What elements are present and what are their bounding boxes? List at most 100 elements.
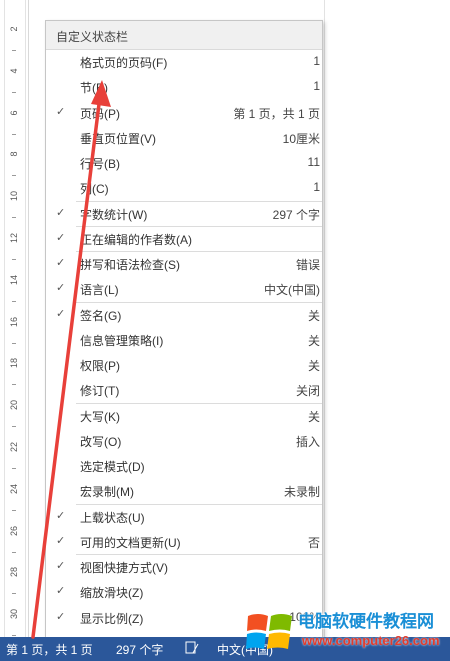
menu-item-label: 选定模式(D)	[80, 460, 145, 474]
menu-item[interactable]: ✓ 上载状态(U)	[46, 504, 322, 529]
menu-title-bar: 自定义状态栏	[46, 21, 322, 50]
menu-item[interactable]: ✓ 字数统计(W) 297 个字	[46, 201, 322, 226]
menu-item-value: 第 1 页，共 1 页	[233, 107, 320, 121]
ruler-tick	[12, 134, 16, 135]
menu-item-label: 修订(T)	[80, 384, 120, 398]
checkmark-icon: ✓	[56, 207, 66, 219]
ruler-tick	[12, 552, 16, 553]
customize-status-bar-menu: 自定义状态栏 格式页的页码(F) 1 节(E) 1 ✓ 页码(P) 第 1 页，共 1 页垂…	[45, 20, 323, 639]
menu-item[interactable]: ✓ 签名(G) 关	[46, 302, 322, 327]
checkmark-icon: ✓	[56, 585, 66, 597]
menu-item-value: 1	[313, 79, 320, 93]
proofing-icon[interactable]	[184, 640, 200, 659]
ruler-number: 8	[9, 151, 19, 157]
ruler-number: 24	[9, 484, 19, 495]
menu-item-label: 大写(K)	[80, 410, 120, 424]
ruler-number: 18	[9, 358, 19, 369]
checkmark-icon: ✓	[56, 257, 66, 269]
menu-item[interactable]: ✓ 语言(L) 中文(中国)	[46, 276, 322, 301]
menu-item-label: 垂直页位置(V)	[80, 132, 156, 146]
menu-item-label: 改写(O)	[80, 435, 122, 449]
checkmark-icon: ✓	[56, 535, 66, 547]
menu-item[interactable]: ✓ 拼写和语法检查(S) 错误	[46, 251, 322, 276]
menu-item-label: 语言(L)	[80, 283, 119, 297]
page-edge	[324, 0, 325, 637]
menu-item-value: 关	[307, 359, 320, 373]
ruler-number: 4	[9, 68, 19, 74]
menu-item[interactable]: 选定模式(D)	[46, 453, 322, 478]
menu-item[interactable]: 格式页的页码(F) 1	[46, 49, 322, 74]
ruler-tick	[12, 635, 16, 636]
menu-item-label: 缩放滑块(Z)	[80, 586, 144, 600]
menu-item-label: 宏录制(M)	[80, 485, 134, 499]
ruler-tick	[12, 468, 16, 469]
menu-item-label: 格式页的页码(F)	[80, 56, 168, 70]
ruler-tick	[12, 301, 16, 302]
menu-item[interactable]: 大写(K) 关	[46, 403, 322, 428]
menu-item-value: 插入	[295, 435, 320, 449]
menu-item[interactable]: 宏录制(M) 未录制	[46, 478, 322, 503]
ruler-tick	[12, 510, 16, 511]
menu-item[interactable]: 列(C) 1	[46, 175, 322, 200]
checkmark-icon: ✓	[56, 232, 66, 244]
ruler-number: 10	[9, 191, 19, 202]
ruler-number: 30	[9, 609, 19, 620]
menu-item-label: 节(E)	[80, 81, 108, 95]
menu-item-label: 行号(B)	[80, 157, 120, 171]
menu-item-value: 1	[313, 180, 320, 194]
menu-item-label: 视图快捷方式(V)	[80, 561, 168, 575]
menu-item-label: 信息管理策略(I)	[80, 334, 164, 348]
menu-item[interactable]: 修订(T) 关闭	[46, 377, 322, 402]
menu-item-label: 签名(G)	[80, 309, 122, 323]
menu-item-label: 字数统计(W)	[80, 208, 148, 222]
ruler-number: 6	[9, 110, 19, 116]
menu-item-value: 11	[307, 155, 320, 169]
menu-item[interactable]: ✓ 页码(P) 第 1 页，共 1 页	[46, 100, 322, 125]
ruler-number: 16	[9, 317, 19, 328]
vertical-ruler: 2 4 6 8 10 12 14 16 18 20 22 24 26 28 30	[0, 0, 29, 637]
ruler-number: 12	[9, 233, 19, 244]
watermark: 电脑软硬件教程网 www.computer26.com	[246, 605, 450, 661]
menu-item-label: 显示比例(Z)	[80, 612, 144, 626]
ruler-tick	[12, 343, 16, 344]
menu-item[interactable]: 垂直页位置(V) 10厘米	[46, 125, 322, 150]
menu-item-value: 否	[307, 536, 320, 550]
menu-item-value: 未录制	[283, 485, 320, 499]
status-page-number[interactable]: 第 1 页，共 1 页	[6, 641, 93, 658]
checkmark-icon: ✓	[56, 308, 66, 320]
ruler-tick	[12, 593, 16, 594]
ruler-number: 26	[9, 526, 19, 537]
menu-item[interactable]: ✓ 视图快捷方式(V)	[46, 554, 322, 579]
ruler-number: 28	[9, 567, 19, 578]
ruler-number: 2	[9, 26, 19, 32]
menu-item[interactable]: 行号(B) 11	[46, 150, 322, 175]
menu-item-value: 10厘米	[282, 132, 320, 146]
menu-item-value: 关闭	[295, 384, 320, 398]
checkmark-icon: ✓	[56, 560, 66, 572]
menu-item-value: 关	[307, 410, 320, 424]
status-word-count[interactable]: 297 个字	[116, 641, 163, 658]
menu-item-value: 297 个字	[272, 208, 320, 222]
ruler-tick	[12, 217, 16, 218]
ruler-tick	[12, 92, 16, 93]
menu-item-label: 权限(P)	[80, 359, 120, 373]
menu-item[interactable]: 权限(P) 关	[46, 352, 322, 377]
menu-item[interactable]: 改写(O) 插入	[46, 428, 322, 453]
watermark-title: 电脑软硬件教程网	[298, 612, 434, 631]
menu-item-label: 拼写和语法检查(S)	[80, 258, 180, 272]
menu-item-label: 上载状态(U)	[80, 511, 145, 525]
ruler-tick	[12, 175, 16, 176]
menu-item[interactable]: ✓ 缩放滑块(Z)	[46, 579, 322, 604]
menu-item-value: 中文(中国)	[264, 283, 320, 297]
menu-item-label: 列(C)	[80, 182, 109, 196]
checkmark-icon: ✓	[56, 282, 66, 294]
ruler-tick	[12, 259, 16, 260]
ruler-number: 22	[9, 442, 19, 453]
menu-item[interactable]: 信息管理策略(I) 关	[46, 327, 322, 352]
menu-item[interactable]: ✓ 可用的文档更新(U) 否	[46, 529, 322, 554]
checkmark-icon: ✓	[56, 510, 66, 522]
menu-item[interactable]: ✓ 正在编辑的作者数(A)	[46, 226, 322, 251]
ruler-tick	[12, 50, 16, 51]
menu-item[interactable]: 节(E) 1	[46, 74, 322, 99]
menu-item-value: 关	[307, 334, 320, 348]
